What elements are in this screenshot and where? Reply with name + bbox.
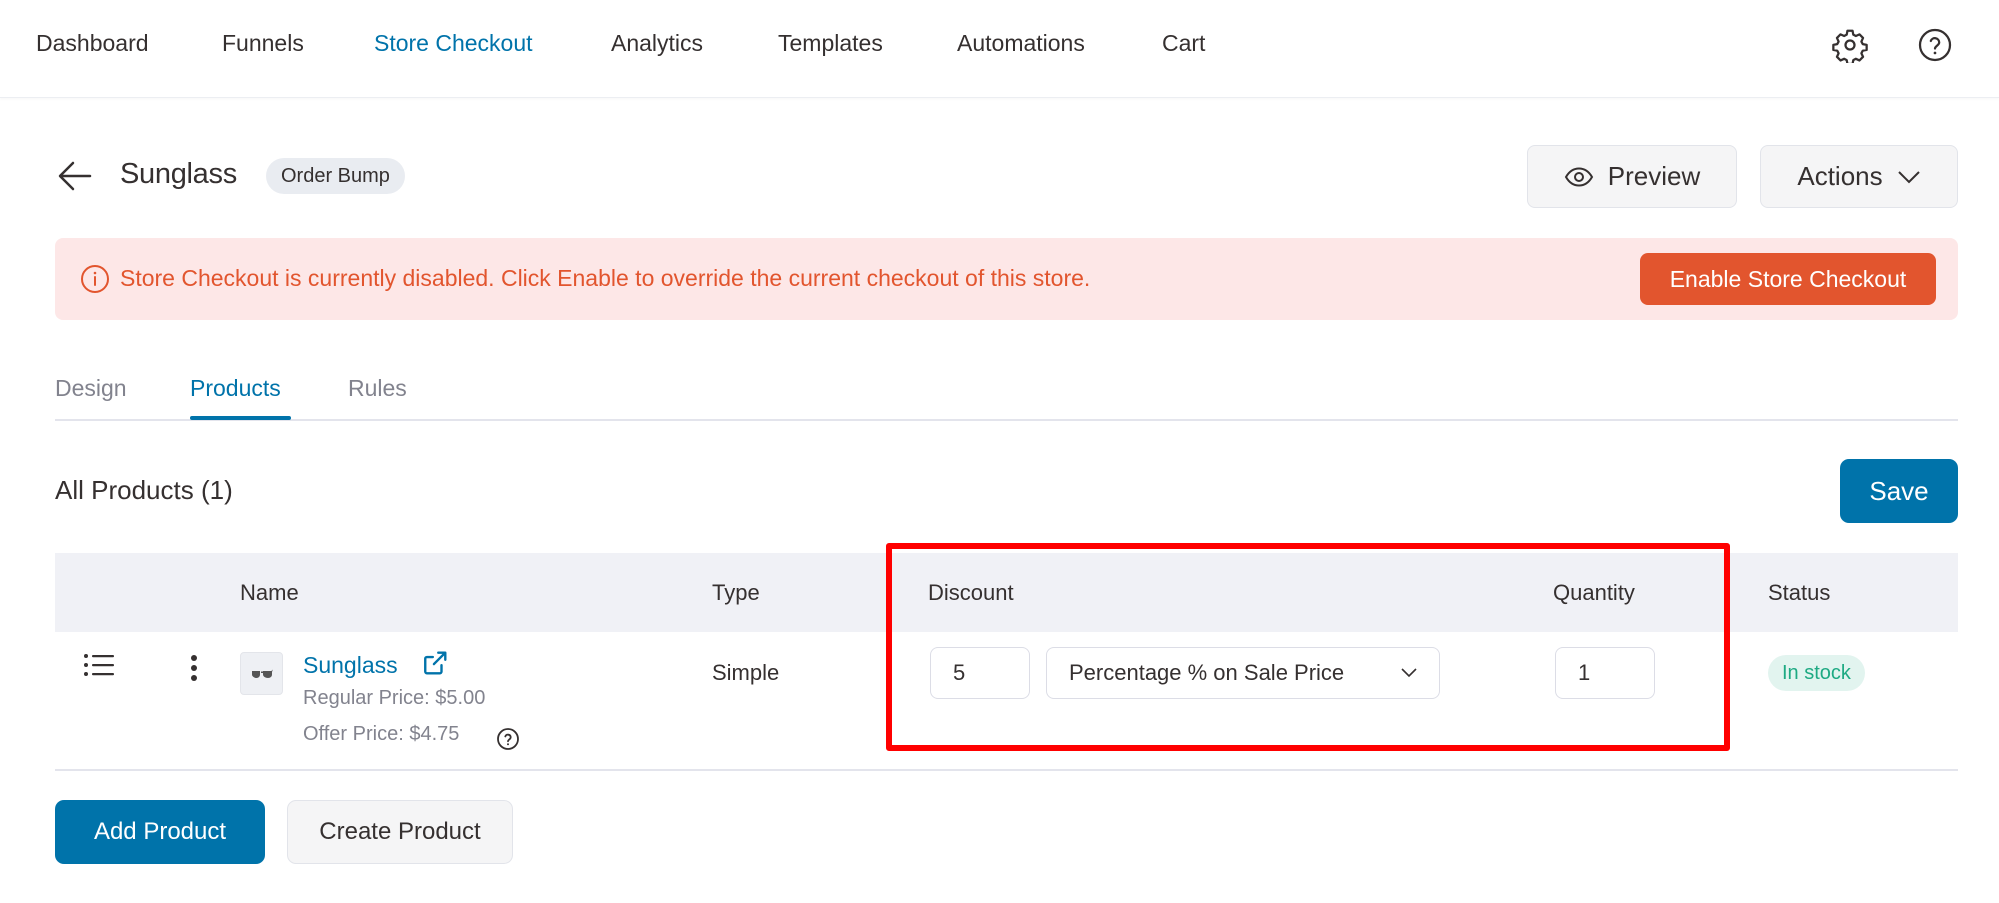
nav-item-templates[interactable]: Templates <box>778 30 883 57</box>
discount-type-value: Percentage % on Sale Price <box>1069 660 1345 685</box>
quantity-input[interactable]: 1 <box>1555 647 1655 699</box>
regular-price: Regular Price: $5.00 <box>303 687 486 709</box>
product-name-link[interactable]: Sunglass <box>303 652 398 679</box>
chevron-down-icon <box>1401 668 1417 678</box>
top-navigation: Dashboard Funnels Store Checkout Analyti… <box>0 0 1999 98</box>
tab-rules[interactable]: Rules <box>348 375 407 402</box>
column-header-status: Status <box>1768 580 1831 605</box>
nav-item-funnels[interactable]: Funnels <box>222 30 304 57</box>
enable-store-checkout-button[interactable]: Enable Store Checkout <box>1640 253 1936 305</box>
disabled-alert-banner: Store Checkout is currently disabled. Cl… <box>55 238 1958 320</box>
section-title: All Products (1) <box>55 475 233 505</box>
column-header-quantity: Quantity <box>1553 580 1635 605</box>
preview-label: Preview <box>1607 161 1701 191</box>
add-product-button[interactable]: Add Product <box>55 800 265 864</box>
product-thumbnail <box>240 652 283 695</box>
table-header: Name Type Discount Quantity Status <box>55 553 1958 632</box>
nav-item-analytics[interactable]: Analytics <box>611 30 703 57</box>
actions-label: Actions <box>1797 161 1883 191</box>
nav-item-cart[interactable]: Cart <box>1162 30 1205 57</box>
save-button[interactable]: Save <box>1840 459 1958 523</box>
help-icon[interactable] <box>1917 27 1953 63</box>
nav-item-dashboard[interactable]: Dashboard <box>36 30 149 57</box>
nav-item-store-checkout[interactable]: Store Checkout <box>374 30 533 57</box>
active-tab-indicator <box>190 416 291 420</box>
tab-products[interactable]: Products <box>190 375 281 402</box>
discount-type-select[interactable]: Percentage % on Sale Price <box>1046 647 1440 699</box>
column-header-discount: Discount <box>928 580 1014 605</box>
info-icon <box>81 265 109 293</box>
more-options-icon[interactable] <box>189 654 199 682</box>
discount-value-input[interactable]: 5 <box>930 647 1030 699</box>
chevron-down-icon <box>1897 170 1920 183</box>
create-product-button[interactable]: Create Product <box>287 800 513 864</box>
preview-button[interactable]: Preview <box>1527 145 1737 208</box>
nav-item-automations[interactable]: Automations <box>957 30 1085 57</box>
actions-dropdown-button[interactable]: Actions <box>1760 145 1958 208</box>
drag-handle-icon[interactable] <box>83 652 115 678</box>
table-row: Sunglass Regular Price: $5.00 Offer Pric… <box>55 632 1958 771</box>
alert-message: Store Checkout is currently disabled. Cl… <box>120 265 1091 291</box>
type-badge: Order Bump <box>266 158 405 194</box>
gear-icon[interactable] <box>1832 27 1868 63</box>
column-header-type: Type <box>712 580 760 605</box>
back-arrow-icon[interactable] <box>57 160 93 192</box>
product-type: Simple <box>712 660 780 685</box>
page-title: Sunglass <box>120 158 237 190</box>
column-header-name: Name <box>240 580 299 605</box>
help-icon[interactable] <box>496 727 520 751</box>
offer-price: Offer Price: $4.75 <box>303 723 460 745</box>
eye-icon <box>1564 166 1593 187</box>
tab-design[interactable]: Design <box>55 375 127 402</box>
sunglasses-icon <box>251 669 272 678</box>
external-link-icon[interactable] <box>422 650 448 676</box>
status-badge: In stock <box>1768 655 1865 691</box>
tab-bar: Design Products Rules <box>55 365 1958 421</box>
